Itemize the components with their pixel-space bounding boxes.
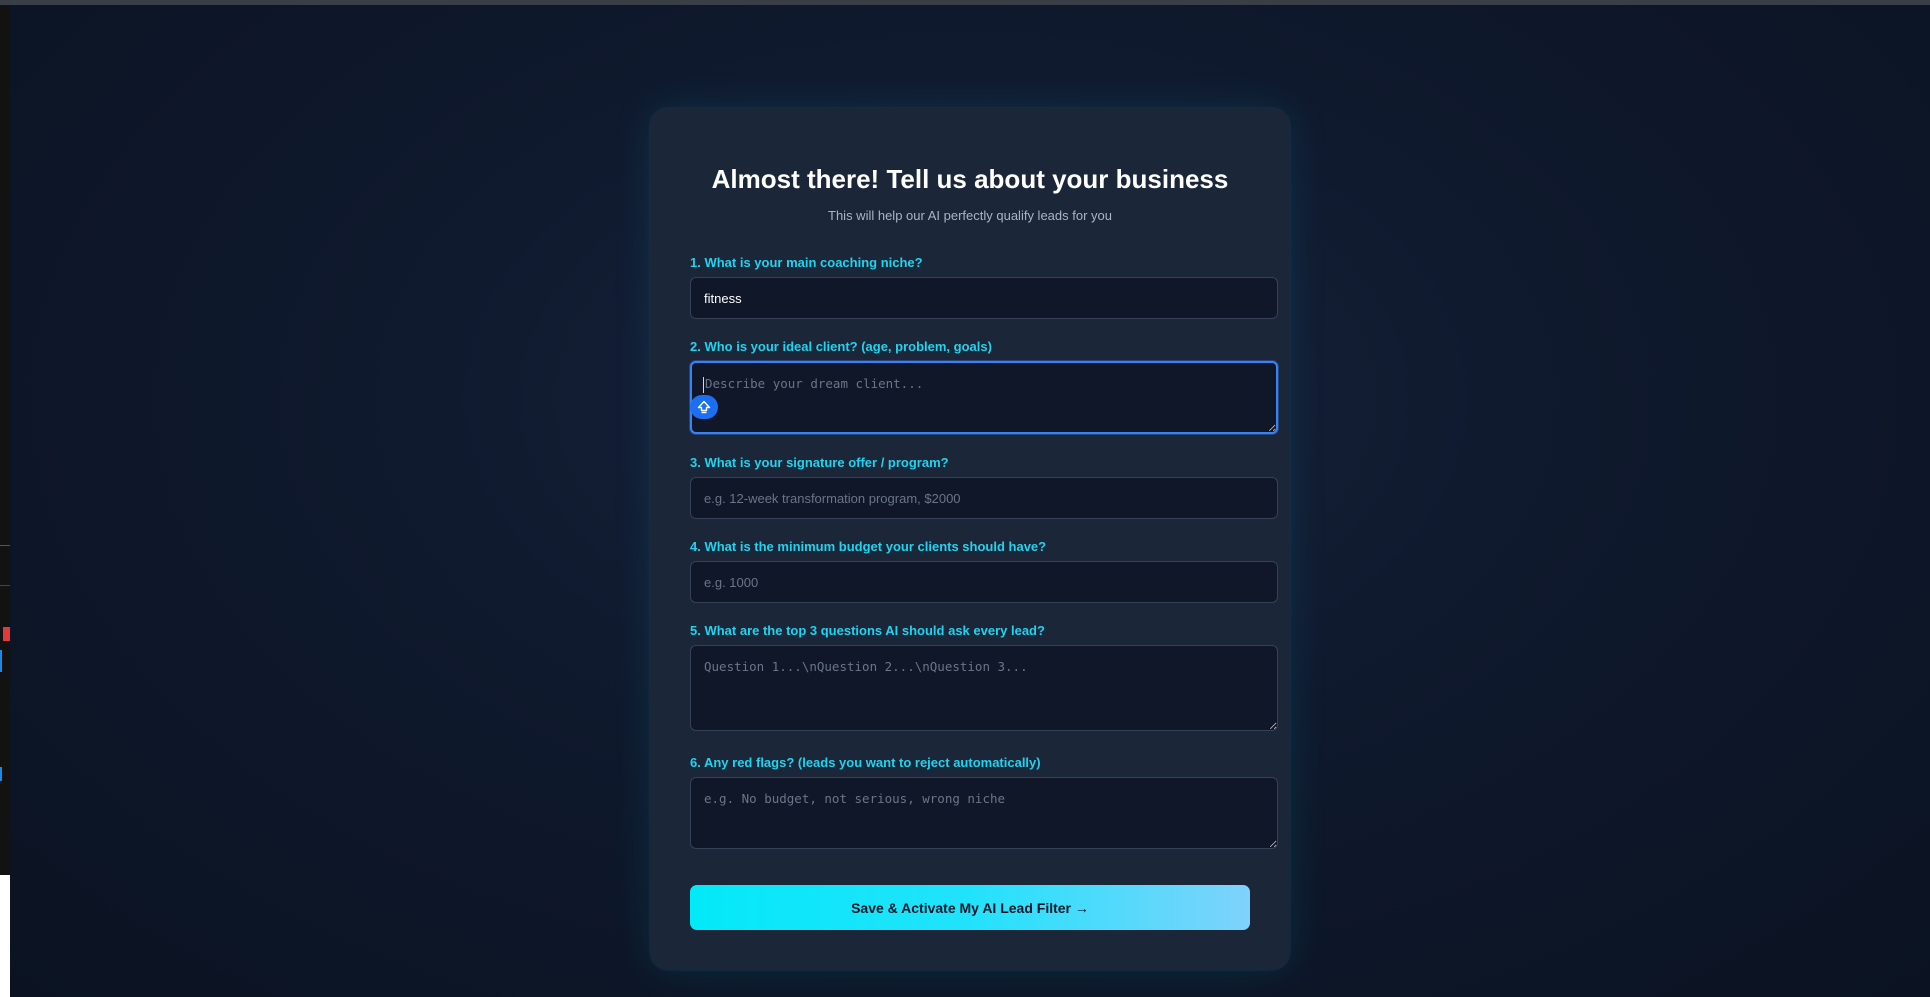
side-panel-edge [0, 5, 10, 875]
signature-offer-label: 3. What is your signature offer / progra… [690, 455, 949, 470]
status-marker [3, 627, 10, 641]
page: Almost there! Tell us about your busines… [0, 0, 1930, 997]
shift-up-arrow-icon-glyph [697, 400, 711, 414]
niche-label: 1. What is your main coaching niche? [690, 255, 923, 270]
page-subtitle: This will help our AI perfectly qualify … [828, 208, 1112, 223]
status-marker [0, 767, 2, 781]
browser-top-strip [0, 0, 1930, 5]
onboarding-card: Almost there! Tell us about your busines… [650, 108, 1290, 970]
ideal-client-textarea[interactable] [690, 361, 1278, 434]
min-budget-input[interactable] [690, 561, 1278, 603]
niche-input[interactable] [690, 277, 1278, 319]
red-flags-textarea[interactable] [690, 777, 1278, 849]
divider [0, 585, 10, 586]
divider [0, 545, 10, 546]
text-cursor [703, 377, 704, 393]
red-flags-label: 6. Any red flags? (leads you want to rej… [690, 755, 1041, 770]
signature-offer-input[interactable] [690, 477, 1278, 519]
shift-up-arrow-icon[interactable] [690, 395, 718, 419]
side-panel-edge-light [0, 875, 10, 997]
status-marker [0, 650, 2, 672]
top-questions-label: 5. What are the top 3 questions AI shoul… [690, 623, 1045, 638]
save-activate-button[interactable]: Save & Activate My AI Lead Filter → [690, 885, 1250, 930]
top-questions-textarea[interactable] [690, 645, 1278, 731]
page-title: Almost there! Tell us about your busines… [711, 164, 1229, 194]
min-budget-label: 4. What is the minimum budget your clien… [690, 539, 1047, 554]
ideal-client-label: 2. Who is your ideal client? (age, probl… [690, 339, 992, 354]
